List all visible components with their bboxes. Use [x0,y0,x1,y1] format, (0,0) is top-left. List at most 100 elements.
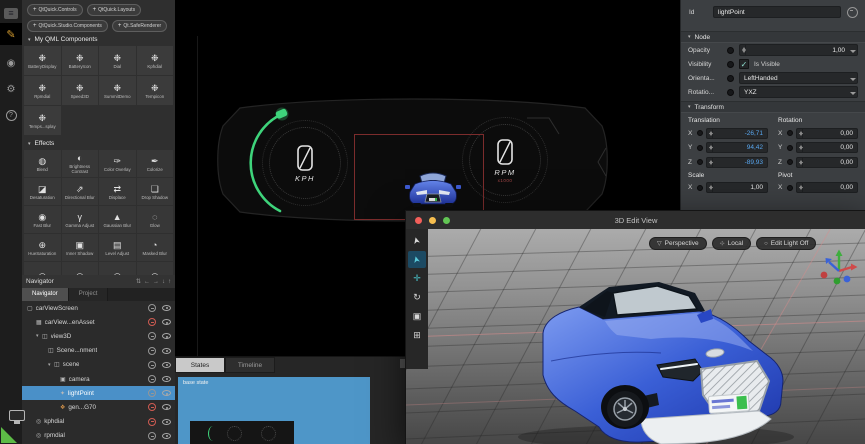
visibility-eye-icon[interactable] [162,390,171,397]
navigator-item-lightpoint[interactable]: ✦ lightPoint [22,386,175,401]
export-toggle-icon[interactable] [148,417,156,426]
import-button-qtquick-controls[interactable]: + QtQuick.Controls [27,4,83,16]
close-icon[interactable] [415,216,422,224]
action-indicator-icon[interactable] [727,60,734,68]
effect-tile[interactable]: ⇗ Directional Blur [61,178,98,205]
spinner-icon[interactable] [707,157,713,167]
effect-tile[interactable]: γ Gamma Adjust [61,206,98,233]
effect-tile[interactable]: ◉ Fast Blur [24,206,61,233]
edit3d-window[interactable]: 3D Edit View ➤ ➤ ✛ ↻ ▣ ⊞ ▽ Perspective ⊹… [405,210,865,444]
rotation-x-input[interactable]: 0,00 [796,127,858,139]
effect-tile[interactable]: ▲ Gaussian Blur [99,206,136,233]
navigator-item-carviewscreen[interactable]: ▢ carViewScreen [22,301,175,315]
component-tile[interactable]: ❉ Rpmdial [24,76,61,105]
export-toggle-icon[interactable] [148,431,156,440]
action-indicator-icon[interactable] [697,159,703,166]
car-3d-model[interactable] [491,269,841,444]
kph-dial[interactable]: KPH [262,120,348,206]
spinner-icon[interactable] [707,143,713,153]
edit3d-viewport[interactable]: ➤ ➤ ✛ ↻ ▣ ⊞ ▽ Perspective ⊹ Local ○ Edit Li… [406,229,865,444]
action-indicator-icon[interactable] [697,184,703,191]
effect-tile[interactable]: ▤ Level Adjust [99,234,136,261]
component-tile[interactable]: ❉ SummitDemo [99,76,136,105]
spinner-icon[interactable] [797,128,803,138]
node-section-header[interactable]: ▾ Node [681,31,865,43]
effect-tile[interactable]: ❏ Drop Shadow [136,178,173,205]
component-tile[interactable]: ❉ Kphdial [136,46,173,75]
visibility-eye-icon[interactable] [162,361,171,368]
debug-icon[interactable]: ◉ [0,53,22,73]
id-input[interactable]: lightPoint [713,6,841,18]
select-tool-icon[interactable]: ➤ [408,232,426,249]
import-button-studio-components[interactable]: + QtQuick.Studio.Components [27,20,108,32]
help-icon[interactable]: ? [0,105,22,125]
component-tile[interactable]: ❉ Tempicon [136,76,173,105]
navigator-item-carview-asset[interactable]: ▦ carView...enAsset [22,315,175,329]
scale-tool-icon[interactable]: ▣ [408,308,426,325]
tab-navigator[interactable]: Navigator [22,288,69,301]
navigator-item-scene[interactable]: ▾ ◫ scene [22,358,175,372]
effect-tile[interactable]: ◠ [24,262,61,275]
effect-tile[interactable]: ⇄ Displace [99,178,136,205]
export-toggle-icon[interactable] [847,6,858,18]
effect-tile[interactable]: ◠ [99,262,136,275]
effect-tile[interactable]: ◪ Desaturation [24,178,61,205]
import-button-saferenderer[interactable]: + Qt.SafeRenderer [111,20,168,32]
effect-tile[interactable]: ✒ Colorize [136,150,173,177]
spinner-icon[interactable] [740,45,746,55]
export-toggle-icon[interactable] [148,318,156,327]
visibility-eye-icon[interactable] [162,347,171,354]
move-left-icon[interactable]: ← [144,279,150,285]
tab-project[interactable]: Project [68,288,109,301]
effect-tile[interactable]: ◔ Masked Blur [136,234,173,261]
select-item-tool-icon[interactable]: ➤ [408,251,426,268]
visibility-eye-icon[interactable] [162,418,171,425]
visibility-eye-icon[interactable] [162,305,171,312]
effects-section-header[interactable]: ▾ Effects [22,136,175,149]
import-button-qtquick-layouts[interactable]: + QtQuick.Layouts [86,4,142,16]
maximize-icon[interactable] [443,216,450,224]
action-indicator-icon[interactable] [787,159,793,166]
minimize-icon[interactable] [429,216,436,224]
opacity-input[interactable]: 1,00 [739,44,858,56]
component-tile[interactable]: ❉ BatteryDisplay [24,46,61,75]
action-indicator-icon[interactable] [697,144,703,151]
chevron-down-icon[interactable] [849,45,857,55]
navigator-item-camera[interactable]: ▣ camera [22,372,175,386]
navigator-item-rpmdial[interactable]: ◎ rpmdial [22,429,175,443]
local-orientation-button[interactable]: ⊹ Local [711,237,752,250]
rotation-order-dropdown[interactable]: YXZ [739,86,858,98]
perspective-button[interactable]: ▽ Perspective [649,237,707,250]
effect-tile[interactable]: ◐ Brightness Contrast [61,150,98,177]
navigator-item-kphdial[interactable]: ◎ kphdial [22,415,175,429]
effect-tile[interactable]: ◠ [61,262,98,275]
rotate-tool-icon[interactable]: ↻ [408,289,426,306]
component-tile[interactable]: ❉ Speed3D [61,76,98,105]
rotation-y-input[interactable]: 0,00 [796,142,858,154]
pivot-x-input[interactable]: 0,00 [796,182,858,194]
spinner-icon[interactable] [797,183,803,193]
translation-z-input[interactable]: -89,93 [706,156,768,168]
axis-gizmo[interactable] [820,249,858,293]
scale-x-input[interactable]: 1,00 [706,182,768,194]
effect-tile[interactable]: ◍ Blend [24,150,61,177]
spinner-icon[interactable] [797,143,803,153]
tab-states[interactable]: States [175,357,225,373]
export-toggle-icon[interactable] [148,346,156,355]
move-down-icon[interactable]: ↓ [162,279,165,285]
export-toggle-icon[interactable] [148,304,156,313]
action-indicator-icon[interactable] [697,130,703,137]
navigator-item-view3d[interactable]: ▾ ◫ view3D [22,329,175,343]
action-indicator-icon[interactable] [727,74,734,82]
component-tile[interactable]: ❉ BatteryIcon [61,46,98,75]
component-tile[interactable]: ❉ Temps...splay [24,106,61,135]
visibility-eye-icon[interactable] [162,404,171,411]
spinner-icon[interactable] [797,157,803,167]
action-indicator-icon[interactable] [787,130,793,137]
navigator-item-sceneenvironment[interactable]: ◫ Scene...nment [22,344,175,358]
move-right-icon[interactable]: → [153,279,159,285]
effect-tile[interactable]: ◌ Glow [136,206,173,233]
navigator-item-gen-g70[interactable]: ❖ gen...G70 [22,400,175,414]
export-toggle-icon[interactable] [148,389,156,398]
action-indicator-icon[interactable] [787,144,793,151]
